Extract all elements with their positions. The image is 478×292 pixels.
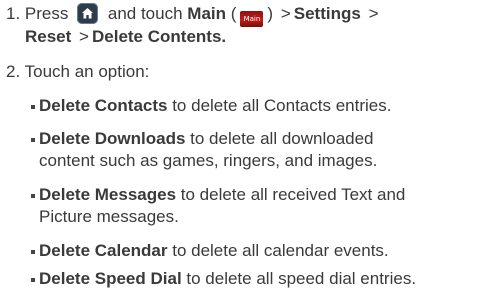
and-touch-text: and touch <box>107 4 183 23</box>
separator-3: > <box>79 27 89 46</box>
bullet-icon <box>31 105 35 109</box>
step-1-line-1: 1. Press and touch Main (Main) > Settings… <box>6 3 382 27</box>
main-menu-icon: Main <box>240 11 264 27</box>
separator-2: > <box>368 4 379 23</box>
bullet-icon <box>31 194 35 198</box>
reset-label: Reset <box>25 27 72 46</box>
press-text: Press <box>24 4 69 23</box>
bullet-icon <box>31 138 35 142</box>
close-paren: ) <box>267 4 274 23</box>
bullet-icon <box>31 250 35 254</box>
option-title: Delete Speed Dial <box>39 269 182 288</box>
option-desc: to delete all calendar events. <box>167 241 389 260</box>
option-desc: to delete all received Text and <box>176 185 406 204</box>
option-desc: to delete all downloaded <box>185 129 374 148</box>
main-label: Main <box>187 4 227 23</box>
step-1-line-2: Reset > Delete Contents. <box>25 26 226 48</box>
option-desc-line-2: content such as games, ringers, and imag… <box>39 151 378 170</box>
home-key-icon <box>77 3 99 24</box>
bullet-icon <box>31 278 35 282</box>
separator-1: > <box>280 4 291 23</box>
delete-contents-label: Delete Contents. <box>91 27 227 46</box>
option-title: Delete Messages <box>39 185 177 204</box>
step-2-text: Touch an option: <box>24 62 150 81</box>
option-title: Delete Contacts <box>39 96 168 115</box>
open-paren: ( <box>230 4 237 23</box>
option-title: Delete Calendar <box>39 241 168 260</box>
option-desc-line-2: Picture messages. <box>39 207 179 226</box>
instruction-page: 1. Press and touch Main (Main) > Settings… <box>0 0 478 292</box>
step-2-number: 2. <box>6 62 21 81</box>
step-2: 2. Touch an option: <box>6 61 149 83</box>
option-desc: to delete all Contacts entries. <box>167 96 392 115</box>
step-1-number: 1. <box>6 4 21 23</box>
option-desc: to delete all speed dial entries. <box>181 269 417 288</box>
option-title: Delete Downloads <box>39 129 186 148</box>
settings-label: Settings <box>293 4 361 23</box>
